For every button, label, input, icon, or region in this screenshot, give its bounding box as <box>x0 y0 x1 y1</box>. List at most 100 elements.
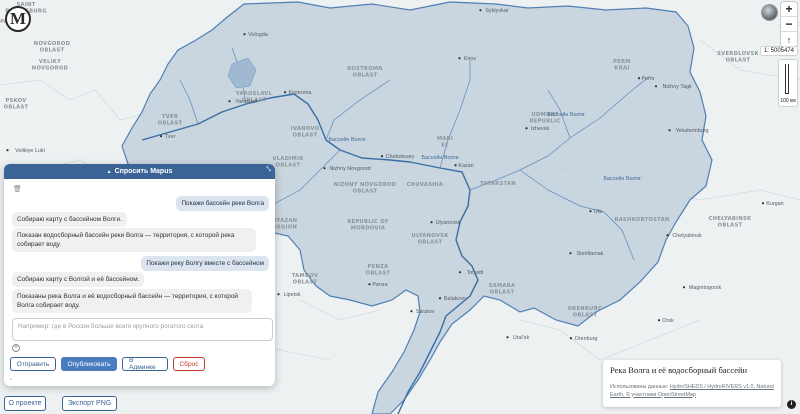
chat-message: Покажи бассейн реки Волга <box>176 196 269 211</box>
basin-label: Бассейн Волги <box>603 175 640 182</box>
about-button[interactable]: О проекте <box>4 396 46 411</box>
legend-title: Река Волга и её водосборный бассейн <box>610 365 748 375</box>
city-label: Balakovo <box>444 296 466 302</box>
city-label: Kazan <box>458 163 473 169</box>
city-dot-icon <box>283 91 287 94</box>
city-dot-icon <box>6 149 9 152</box>
region-label: IVANOVO OBLAST <box>291 126 320 139</box>
region-label: TATARSTAN <box>480 181 516 187</box>
attach-plus-icon[interactable]: + <box>12 344 20 352</box>
city-label: Penza <box>372 282 387 288</box>
chat-actions: Отправить Опубликовать В Админке Сброс <box>10 357 205 371</box>
chat-message: Покажи реку Волгу вместе с бассейном <box>141 256 269 271</box>
city-dot-icon <box>637 77 641 80</box>
city-label: Tver <box>165 134 176 140</box>
compass-icon[interactable]: ↑ <box>781 32 797 47</box>
city-dot-icon <box>682 286 686 289</box>
info-icon[interactable]: i <box>787 400 796 409</box>
city-dot-icon <box>430 221 433 224</box>
reset-button[interactable]: Сброс <box>173 357 205 371</box>
city-dot-icon <box>380 155 384 158</box>
chat-message: Собираю карту с бассейном Волги. <box>12 212 127 227</box>
chat-header[interactable]: ▲ Спросить Mapus ⤡ <box>4 164 275 179</box>
basin-label: Бассейн Волги <box>547 111 584 118</box>
chat-input[interactable]: Например: где в России больше всего круп… <box>12 318 273 341</box>
scale-bar-line <box>785 64 789 94</box>
city-label: Nizhny Novgorod <box>329 166 370 172</box>
zoom-controls: + − ↑ <box>781 2 797 47</box>
collapse-icon[interactable]: ⤡ <box>266 167 271 174</box>
region-label: RYAZAN REGION <box>273 218 298 231</box>
city-label: Kurgan <box>766 201 783 207</box>
chat-message: Показан водосборный бассейн реки Волга —… <box>12 228 256 252</box>
city-label: Kostroma <box>288 90 311 96</box>
city-label: Sterlitamak <box>577 251 604 257</box>
city-dot-icon <box>228 100 231 103</box>
city-dot-icon <box>666 234 669 237</box>
city-label: Perm <box>642 76 655 82</box>
city-dot-icon <box>454 164 457 167</box>
city-label: Kirov <box>464 56 477 62</box>
region-label: REPUBLIC OF MORDOVIA <box>347 219 389 232</box>
city-dot-icon <box>277 293 280 296</box>
city-dot-icon <box>654 85 658 88</box>
basin-label: Бассейн Волги <box>421 154 458 161</box>
legend-sources: Использованы данные: HydroSHEDS / HydroR… <box>610 384 774 399</box>
city-dot-icon <box>569 252 572 255</box>
city-label: Orenburg <box>575 336 598 342</box>
zoom-out-button[interactable]: − <box>781 17 797 32</box>
city-label: Yekaterinburg <box>675 128 708 134</box>
region-label: VLADIMIR OBLAST <box>272 156 303 169</box>
caret-up-icon: ▲ <box>106 168 112 175</box>
sources-prefix: Использованы данные: <box>610 384 669 390</box>
region-label: ORENBURG OBLAST <box>567 306 602 319</box>
city-label: Tolyatti <box>467 270 484 276</box>
publish-button[interactable]: Опубликовать <box>61 357 117 371</box>
city-dot-icon <box>243 33 246 36</box>
city-label: Ulyanovsk <box>436 220 461 226</box>
city-label: Ural'sk <box>513 335 530 341</box>
city-label: Cheboksary <box>386 154 415 160</box>
city-dot-icon <box>410 310 413 313</box>
region-label: PERM KRAI <box>613 59 631 72</box>
city-dot-icon <box>458 57 461 60</box>
region-label: CHUVASHIA <box>407 182 444 188</box>
scale-ratio: 1: 5005474 <box>760 47 797 55</box>
city-label: Nizhny Tagil <box>663 84 692 90</box>
admin-button[interactable]: В Админке <box>122 357 168 371</box>
city-dot-icon <box>368 283 371 286</box>
city-dot-icon <box>525 127 528 130</box>
city-dot-icon <box>589 210 592 213</box>
city-dot-icon <box>761 202 765 205</box>
chat-panel: ▲ Спросить Mapus ⤡ 🗑 Покажи бассейн реки… <box>4 164 275 386</box>
chat-title: Спросить Mapus <box>114 168 173 175</box>
region-label: SAMARA OBLAST <box>489 283 516 296</box>
city-label: Izhevsk <box>531 126 550 132</box>
zoom-in-button[interactable]: + <box>781 2 797 17</box>
city-label: Saratov <box>416 309 435 315</box>
city-dot-icon <box>668 129 671 132</box>
basin-label: Бассейн Волги <box>328 136 365 143</box>
city-label: Orsk <box>662 318 674 324</box>
city-label: Vologda <box>248 32 268 38</box>
region-label: PENZA OBLAST <box>366 264 391 277</box>
region-label: TAMBOV OBLAST <box>292 273 318 286</box>
city-dot-icon <box>458 271 462 274</box>
city-dot-icon <box>159 135 163 138</box>
region-label: BASHKORTOSTAN <box>614 217 669 223</box>
globe-icon[interactable] <box>761 4 778 21</box>
city-label: Yaroslavl <box>235 99 257 105</box>
city-dot-icon <box>438 297 442 300</box>
mapus-logo[interactable]: M <box>5 6 31 32</box>
region-label: PSKOV OBLAST <box>4 98 29 111</box>
city-label: Lipetsk <box>283 292 300 298</box>
chat-message: Показаны река Волга и её водосборный бас… <box>12 289 252 313</box>
scale-bar-label: 100 км <box>780 98 796 104</box>
city-label: Velikiye Luki <box>15 148 45 154</box>
city-dot-icon <box>323 167 326 170</box>
city-label: Ufa <box>594 209 602 215</box>
city-dot-icon <box>657 319 661 322</box>
trash-icon[interactable]: 🗑 <box>13 185 22 193</box>
export-png-button[interactable]: Экспорт PNG <box>62 396 117 411</box>
send-button[interactable]: Отправить <box>10 357 56 371</box>
